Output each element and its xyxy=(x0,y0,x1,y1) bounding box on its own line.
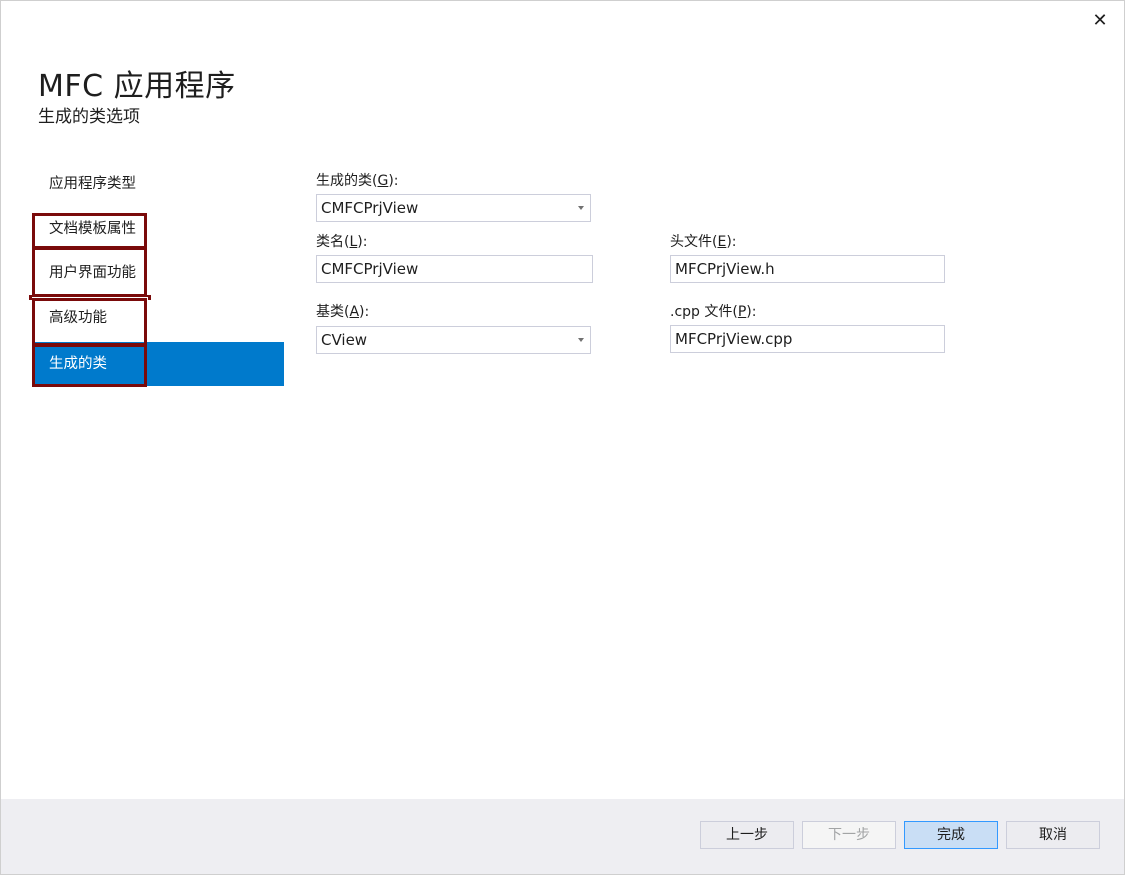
base-class-value: CView xyxy=(321,331,368,349)
header-file-label: 头文件(E): xyxy=(670,234,737,250)
sidebar-item-generated-classes[interactable]: 生成的类 xyxy=(34,342,284,386)
prev-button[interactable]: 上一步 xyxy=(700,821,794,849)
mfc-wizard-dialog: ✕ MFC 应用程序 生成的类选项 应用程序类型 文档模板属性 用户界面功能 高… xyxy=(0,0,1125,875)
chevron-down-icon xyxy=(578,206,584,210)
sidebar-item-ui-features[interactable]: 用户界面功能 xyxy=(34,251,284,295)
close-icon[interactable]: ✕ xyxy=(1088,9,1112,33)
cpp-file-label: .cpp 文件(P): xyxy=(670,304,757,320)
generated-class-value: CMFCPrjView xyxy=(321,199,419,217)
header-file-field[interactable]: MFCPrjView.h xyxy=(670,255,945,283)
sidebar-item-doc-template[interactable]: 文档模板属性 xyxy=(34,207,284,251)
generated-class-label: 生成的类(G): xyxy=(316,173,399,189)
sidebar-item-advanced[interactable]: 高级功能 xyxy=(34,296,284,340)
base-class-label: 基类(A): xyxy=(316,304,370,320)
generated-class-dropdown[interactable]: CMFCPrjView xyxy=(316,194,591,222)
dialog-title: MFC 应用程序 xyxy=(38,69,236,104)
dialog-subtitle: 生成的类选项 xyxy=(38,107,140,127)
class-name-label: 类名(L): xyxy=(316,234,368,250)
base-class-dropdown[interactable]: CView xyxy=(316,326,591,354)
finish-button[interactable]: 完成 xyxy=(904,821,998,849)
class-name-field[interactable]: CMFCPrjView xyxy=(316,255,593,283)
sidebar-item-app-type[interactable]: 应用程序类型 xyxy=(34,162,284,206)
chevron-down-icon xyxy=(578,338,584,342)
dialog-footer: 上一步 下一步 完成 取消 xyxy=(1,799,1124,874)
cancel-button[interactable]: 取消 xyxy=(1006,821,1100,849)
next-button[interactable]: 下一步 xyxy=(802,821,896,849)
cpp-file-field[interactable]: MFCPrjView.cpp xyxy=(670,325,945,353)
